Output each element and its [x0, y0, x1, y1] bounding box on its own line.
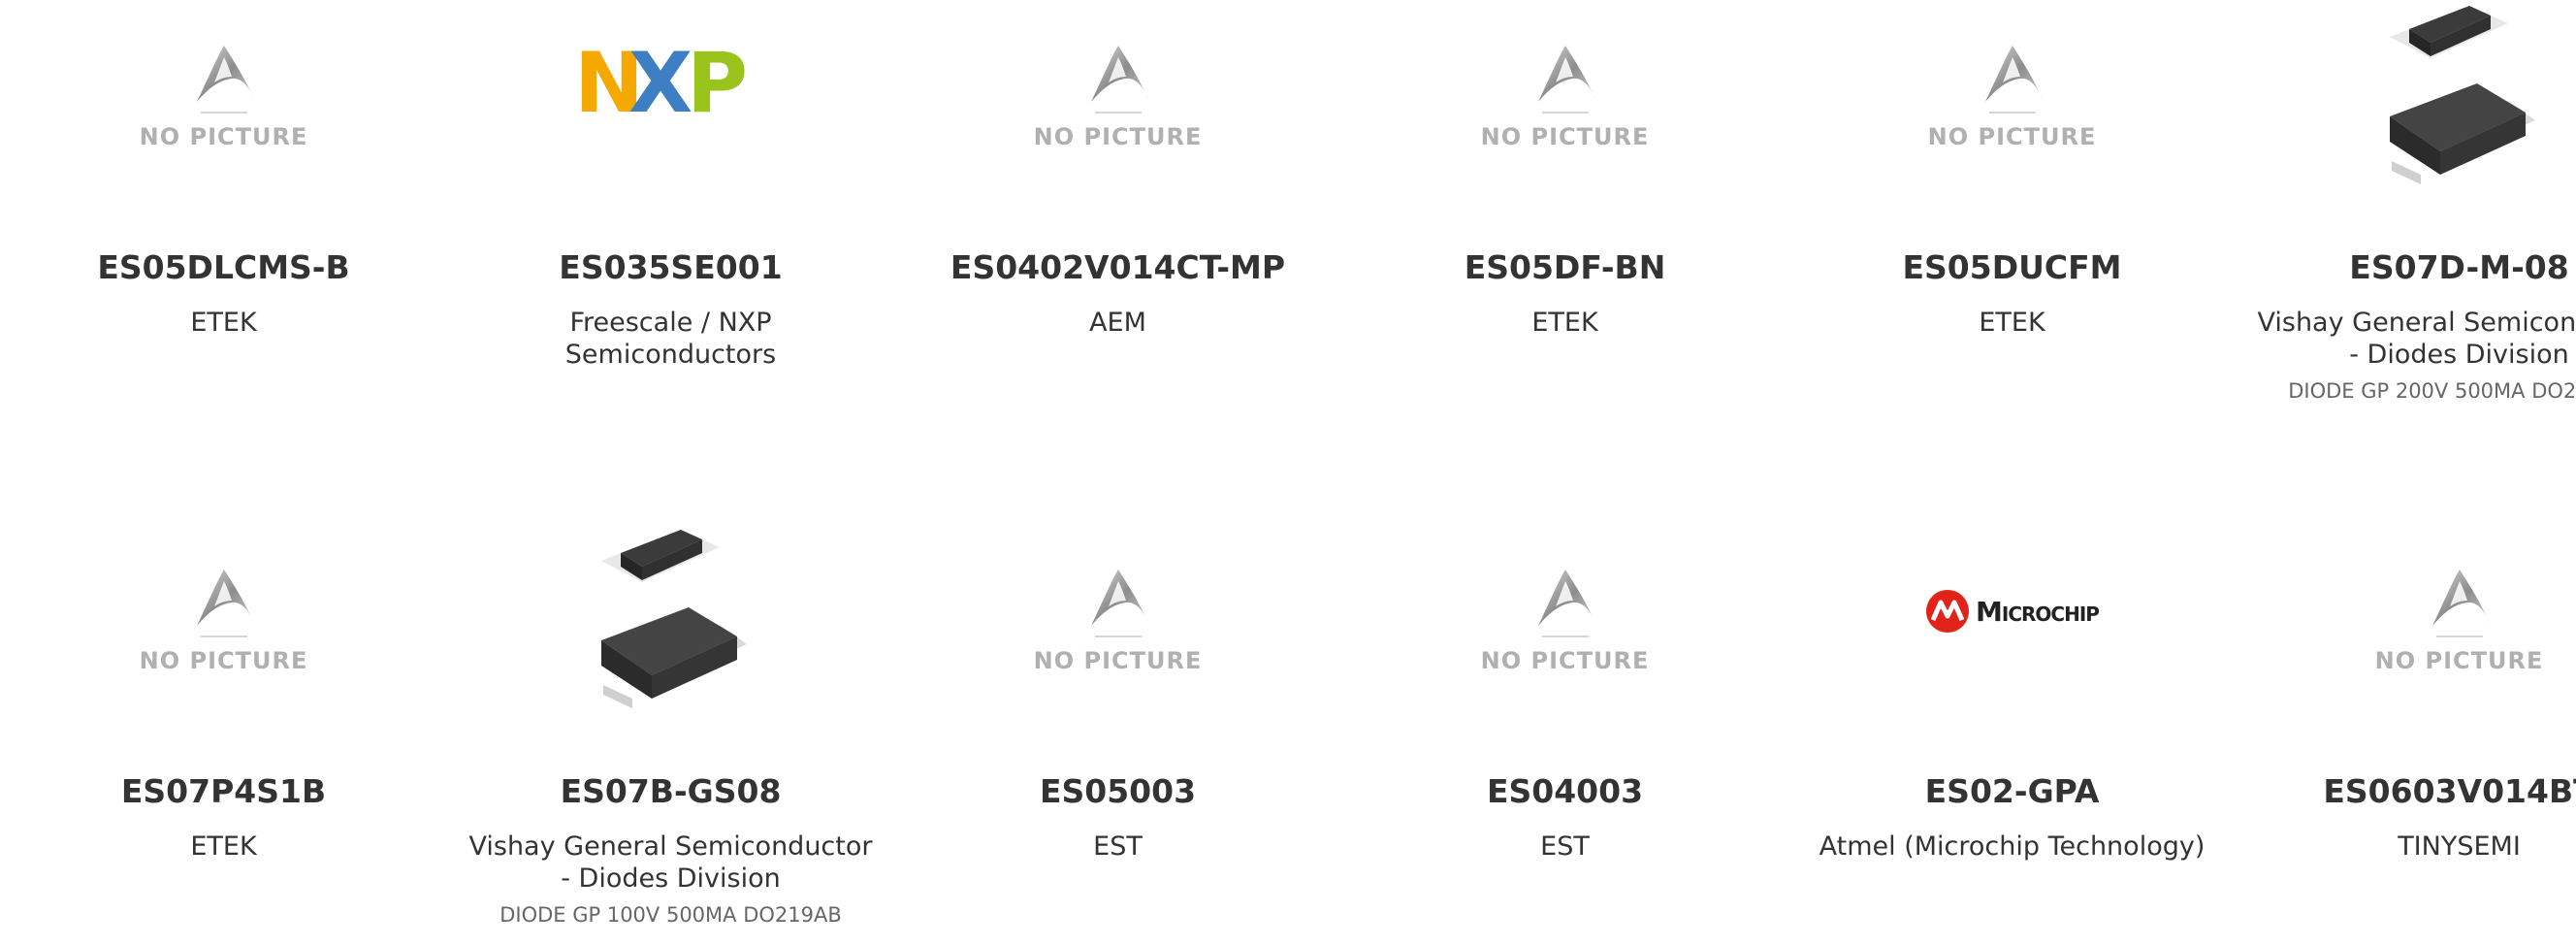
product-card[interactable]: NO PICTURE ES05DUCFM ETEK [1788, 0, 2236, 524]
product-card[interactable]: NO PICTURE ES04003 EST [1341, 524, 1788, 945]
product-image[interactable]: NO PICTURE [127, 524, 321, 718]
part-number-link[interactable]: ES07P4S1B [121, 772, 326, 811]
aem-logo-icon [1984, 46, 2044, 102]
diode-package-image [600, 530, 747, 708]
manufacturer-name: ETEK [1979, 308, 2045, 338]
no-picture-label: NO PICTURE [1033, 123, 1203, 150]
no-picture-placeholder: NO PICTURE [2375, 568, 2544, 674]
aem-logo-icon [196, 46, 255, 102]
product-image[interactable]: NO PICTURE [127, 0, 321, 194]
product-grid: NO PICTURE ES05DLCMS-B ETEK N X P ES035S… [0, 0, 2576, 945]
svg-text:P: P [687, 42, 748, 119]
no-picture-label: NO PICTURE [2374, 647, 2544, 674]
manufacturer-name: ETEK [190, 831, 257, 862]
part-number-link[interactable]: ES0603V014BT [2323, 772, 2576, 811]
product-image[interactable]: NO PICTURE [2363, 524, 2557, 718]
divider [2435, 635, 2483, 637]
product-card[interactable]: NO PICTURE ES07P4S1B ETEK [0, 524, 447, 945]
part-number-link[interactable]: ES07D-M-08 [2349, 248, 2568, 287]
part-number-link[interactable]: ES02-GPA [1925, 772, 2100, 811]
aem-logo-icon [1090, 570, 1149, 626]
no-picture-label: NO PICTURE [139, 123, 308, 150]
no-picture-label: NO PICTURE [139, 647, 308, 674]
divider [200, 635, 247, 637]
manufacturer-name: ETEK [190, 308, 257, 338]
part-number-link[interactable]: ES035SE001 [559, 248, 782, 287]
divider [200, 112, 247, 114]
no-picture-placeholder: NO PICTURE [1034, 568, 1203, 674]
product-image[interactable]: NO PICTURE [1916, 0, 2109, 194]
no-picture-label: NO PICTURE [1927, 123, 2097, 150]
no-picture-label: NO PICTURE [1480, 123, 1650, 150]
product-card[interactable]: ES07D-M-08 Vishay General Semiconductor … [2236, 0, 2576, 524]
part-number-link[interactable]: ES05DF-BN [1465, 248, 1666, 287]
product-image[interactable]: NO PICTURE [1468, 524, 1662, 718]
product-description: DIODE GP 100V 500MA DO219AB [499, 903, 842, 927]
aem-logo-icon [196, 570, 255, 626]
divider [1541, 635, 1589, 637]
product-image[interactable]: Microchip [1916, 524, 2109, 718]
product-image[interactable] [2363, 0, 2557, 194]
nxp-logo: N X P [574, 35, 768, 132]
part-number-link[interactable]: ES04003 [1487, 772, 1643, 811]
part-number-link[interactable]: ES05003 [1040, 772, 1196, 811]
manufacturer-name: Vishay General Semiconductor - Diodes Di… [2257, 308, 2576, 370]
manufacturer-name: EST [1540, 831, 1590, 862]
microchip-icon [1926, 590, 1970, 633]
divider [1094, 635, 1142, 637]
microchip-logo: Microchip [1925, 589, 2100, 634]
product-card[interactable]: N X P ES035SE001 Freescale / NXP Semicon… [447, 0, 894, 524]
product-card[interactable]: NO PICTURE ES05003 EST [894, 524, 1341, 945]
product-image[interactable]: NO PICTURE [1021, 0, 1215, 194]
diode-package-image [2389, 6, 2535, 184]
manufacturer-name: Freescale / NXP Semiconductors [564, 308, 777, 370]
no-picture-placeholder: NO PICTURE [1928, 44, 2097, 150]
manufacturer-name: EST [1093, 831, 1143, 862]
product-card[interactable]: NO PICTURE ES0402V014CT-MP AEM [894, 0, 1341, 524]
product-description: DIODE GP 200V 500MA DO219AB [2288, 379, 2576, 403]
divider [1988, 112, 2036, 114]
divider [1094, 112, 1142, 114]
divider [1541, 112, 1589, 114]
manufacturer-name: Atmel (Microchip Technology) [1819, 831, 2206, 862]
no-picture-label: NO PICTURE [1480, 647, 1650, 674]
part-number-link[interactable]: ES05DUCFM [1902, 248, 2121, 287]
product-card[interactable]: ES07B-GS08 Vishay General Semiconductor … [447, 524, 894, 945]
product-card[interactable]: NO PICTURE ES05DF-BN ETEK [1341, 0, 1788, 524]
product-card[interactable]: Microchip ES02-GPA Atmel (Microchip Tech… [1788, 524, 2236, 945]
aem-logo-icon [1537, 570, 1596, 626]
product-image[interactable]: NO PICTURE [1021, 524, 1215, 718]
aem-logo-icon [1090, 46, 1149, 102]
product-card[interactable]: NO PICTURE ES05DLCMS-B ETEK [0, 0, 447, 524]
product-image[interactable] [574, 524, 768, 718]
part-number-link[interactable]: ES05DLCMS-B [97, 248, 349, 287]
no-picture-label: NO PICTURE [1033, 647, 1203, 674]
aem-logo-icon [1537, 46, 1596, 102]
svg-text:X: X [628, 42, 692, 119]
no-picture-placeholder: NO PICTURE [1481, 44, 1650, 150]
aem-logo-icon [2431, 570, 2491, 626]
microchip-wordmark: Microchip [1976, 595, 2100, 628]
manufacturer-name: ETEK [1531, 308, 1598, 338]
no-picture-placeholder: NO PICTURE [1034, 44, 1203, 150]
manufacturer-name: AEM [1089, 308, 1146, 338]
product-card[interactable]: NO PICTURE ES0603V014BT TINYSEMI [2236, 524, 2576, 945]
product-image[interactable]: N X P [574, 0, 768, 194]
no-picture-placeholder: NO PICTURE [140, 568, 308, 674]
manufacturer-name: Vishay General Semiconductor - Diodes Di… [468, 831, 873, 894]
part-number-link[interactable]: ES0402V014CT-MP [950, 248, 1285, 287]
no-picture-placeholder: NO PICTURE [140, 44, 308, 150]
manufacturer-name: TINYSEMI [2398, 831, 2521, 862]
no-picture-placeholder: NO PICTURE [1481, 568, 1650, 674]
product-image[interactable]: NO PICTURE [1468, 0, 1662, 194]
part-number-link[interactable]: ES07B-GS08 [561, 772, 782, 811]
